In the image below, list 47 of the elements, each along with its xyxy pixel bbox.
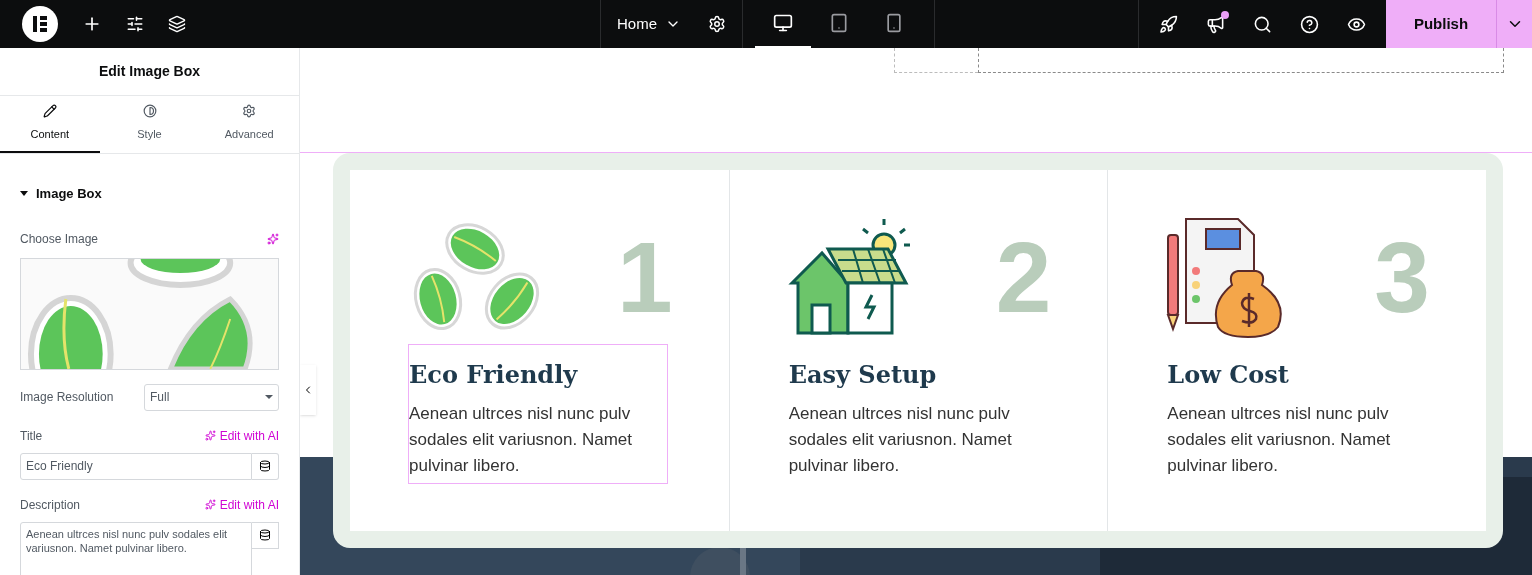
- settings-sliders-icon[interactable]: [126, 15, 144, 33]
- panel-tab[interactable]: Advanced: [199, 96, 299, 153]
- description-textarea[interactable]: Aenean ultrces nisl nunc pulv sodales elit variusnon. Namet pulvinar libero.: [20, 521, 252, 575]
- edit-with-ai-link[interactable]: Edit with AI: [204, 495, 279, 514]
- field-label: Title: [20, 427, 43, 445]
- feature-description: Aenean ultrces nisl nunc pulv sodales elit variusnon. Namet pulvinar libero.: [788, 403, 1013, 477]
- ai-sparkle-icon[interactable]: [267, 232, 279, 245]
- feature-description: Aenean ultrces nisl nunc pulv sodales elit variusnon. Namet pulvinar libero.: [1167, 403, 1392, 477]
- section-header[interactable]: Image Box: [20, 184, 279, 204]
- ai-sparkle-icon: [204, 499, 216, 510]
- dropdown-caret-icon: [265, 395, 273, 399]
- step-number: 1: [617, 227, 673, 327]
- feature-title: Eco Friendly: [409, 359, 579, 391]
- pencil-icon: [42, 104, 57, 119]
- field-label: Image Resolution: [20, 389, 114, 406]
- settings-icon: [242, 104, 257, 119]
- panel-title: Edit Image Box: [98, 62, 201, 81]
- edit-with-ai-link[interactable]: Edit with AI: [204, 426, 279, 445]
- dynamic-tags-button[interactable]: [252, 452, 279, 480]
- ai-sparkle-icon: [204, 430, 216, 441]
- resolution-select[interactable]: Full: [144, 383, 279, 411]
- rocket-icon[interactable]: [1159, 14, 1178, 34]
- step-number: 2: [995, 227, 1052, 327]
- settings-icon[interactable]: [708, 15, 726, 33]
- panel-tab[interactable]: Content: [0, 96, 100, 153]
- panel-tab[interactable]: Style: [99, 96, 200, 153]
- title-input[interactable]: Eco Friendly: [20, 452, 252, 480]
- feature-title: Low Cost: [1167, 359, 1290, 391]
- page-dropdown[interactable]: Home: [617, 12, 681, 36]
- help-icon[interactable]: [1300, 14, 1319, 34]
- feature-title: Easy Setup: [788, 359, 938, 391]
- desktop-icon: [772, 13, 793, 33]
- image-box-text[interactable]: Easy Setup Aenean ultrces nisl nunc pulv sodales elit variusnon. Namet pulvinar libero.: [787, 344, 1048, 484]
- image-box-text[interactable]: Low Cost Aenean ultrces nisl nunc pulv sodales elit variusnon. Namet pulvinar libero.: [1166, 344, 1427, 484]
- layers-icon[interactable]: [168, 15, 186, 33]
- elementor-logo-icon[interactable]: [22, 6, 58, 42]
- image-box-text[interactable]: Eco Friendly Aenean ultrces nisl nunc pulv sodales elit variusnon. Namet pulvinar libero.: [408, 344, 668, 484]
- database-icon: [259, 529, 271, 541]
- step-number: 3: [1374, 227, 1430, 327]
- field-label: Choose Image: [20, 230, 99, 248]
- dynamic-tags-button[interactable]: [252, 521, 279, 549]
- feature-description: Aenean ultrces nisl nunc pulv sodales elit variusnon. Namet pulvinar libero.: [409, 403, 633, 477]
- field-label: Description: [20, 496, 81, 514]
- search-icon[interactable]: [1253, 14, 1272, 34]
- contrast-icon: [142, 104, 157, 119]
- database-icon: [259, 460, 271, 472]
- publish-button[interactable]: Publish: [1386, 0, 1496, 48]
